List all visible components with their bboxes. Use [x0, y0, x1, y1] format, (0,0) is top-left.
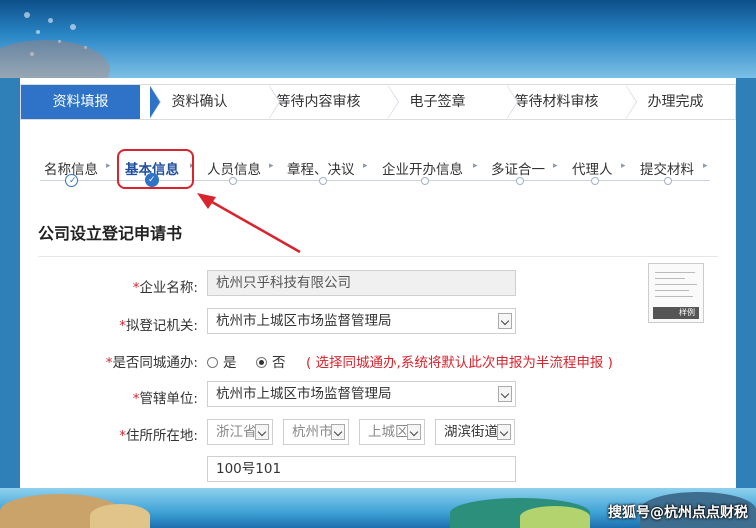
- registry-label: *拟登记机关:: [119, 318, 198, 334]
- sample-thumbnail[interactable]: 样例: [648, 263, 704, 323]
- sample-label: 样例: [653, 307, 699, 319]
- same-city-hint: ( 选择同城通办,系统将默认此次申报为半流程申报 ): [306, 355, 613, 371]
- watermark: 搜狐号@杭州点点财税: [608, 505, 748, 521]
- chevron-down-icon: [498, 386, 512, 402]
- page-title: 公司设立登记申请书: [38, 224, 183, 243]
- same-city-label: *是否同城通办:: [105, 355, 198, 371]
- radio-selected-icon: [256, 357, 267, 368]
- street-select[interactable]: 湖滨街道: [435, 419, 515, 445]
- province-select[interactable]: 浙江省: [207, 419, 273, 445]
- jurisdiction-select[interactable]: 杭州市上城区市场监督管理局: [207, 381, 516, 407]
- radio-yes[interactable]: 是: [207, 351, 237, 371]
- annotation-arrow-icon: [197, 193, 301, 254]
- divider: [38, 256, 718, 257]
- chevron-down-icon: [331, 424, 345, 440]
- chevron-down-icon: [255, 424, 269, 440]
- chevron-down-icon: [407, 424, 421, 440]
- chevron-down-icon: [497, 424, 511, 440]
- city-select[interactable]: 杭州市: [283, 419, 349, 445]
- registry-select[interactable]: 杭州市上城区市场监督管理局: [207, 308, 516, 334]
- company-name-label: *企业名称:: [132, 280, 198, 296]
- chevron-down-icon: [498, 313, 512, 329]
- address-detail-input[interactable]: 100号101: [207, 456, 516, 482]
- jurisdiction-label: *管辖单位:: [132, 391, 198, 407]
- radio-no[interactable]: 否: [256, 351, 286, 371]
- district-select[interactable]: 上城区: [359, 419, 425, 445]
- radio-icon: [207, 357, 218, 368]
- company-name-field[interactable]: 杭州只乎科技有限公司: [207, 270, 516, 296]
- address-label: *住所所在地:: [119, 428, 198, 444]
